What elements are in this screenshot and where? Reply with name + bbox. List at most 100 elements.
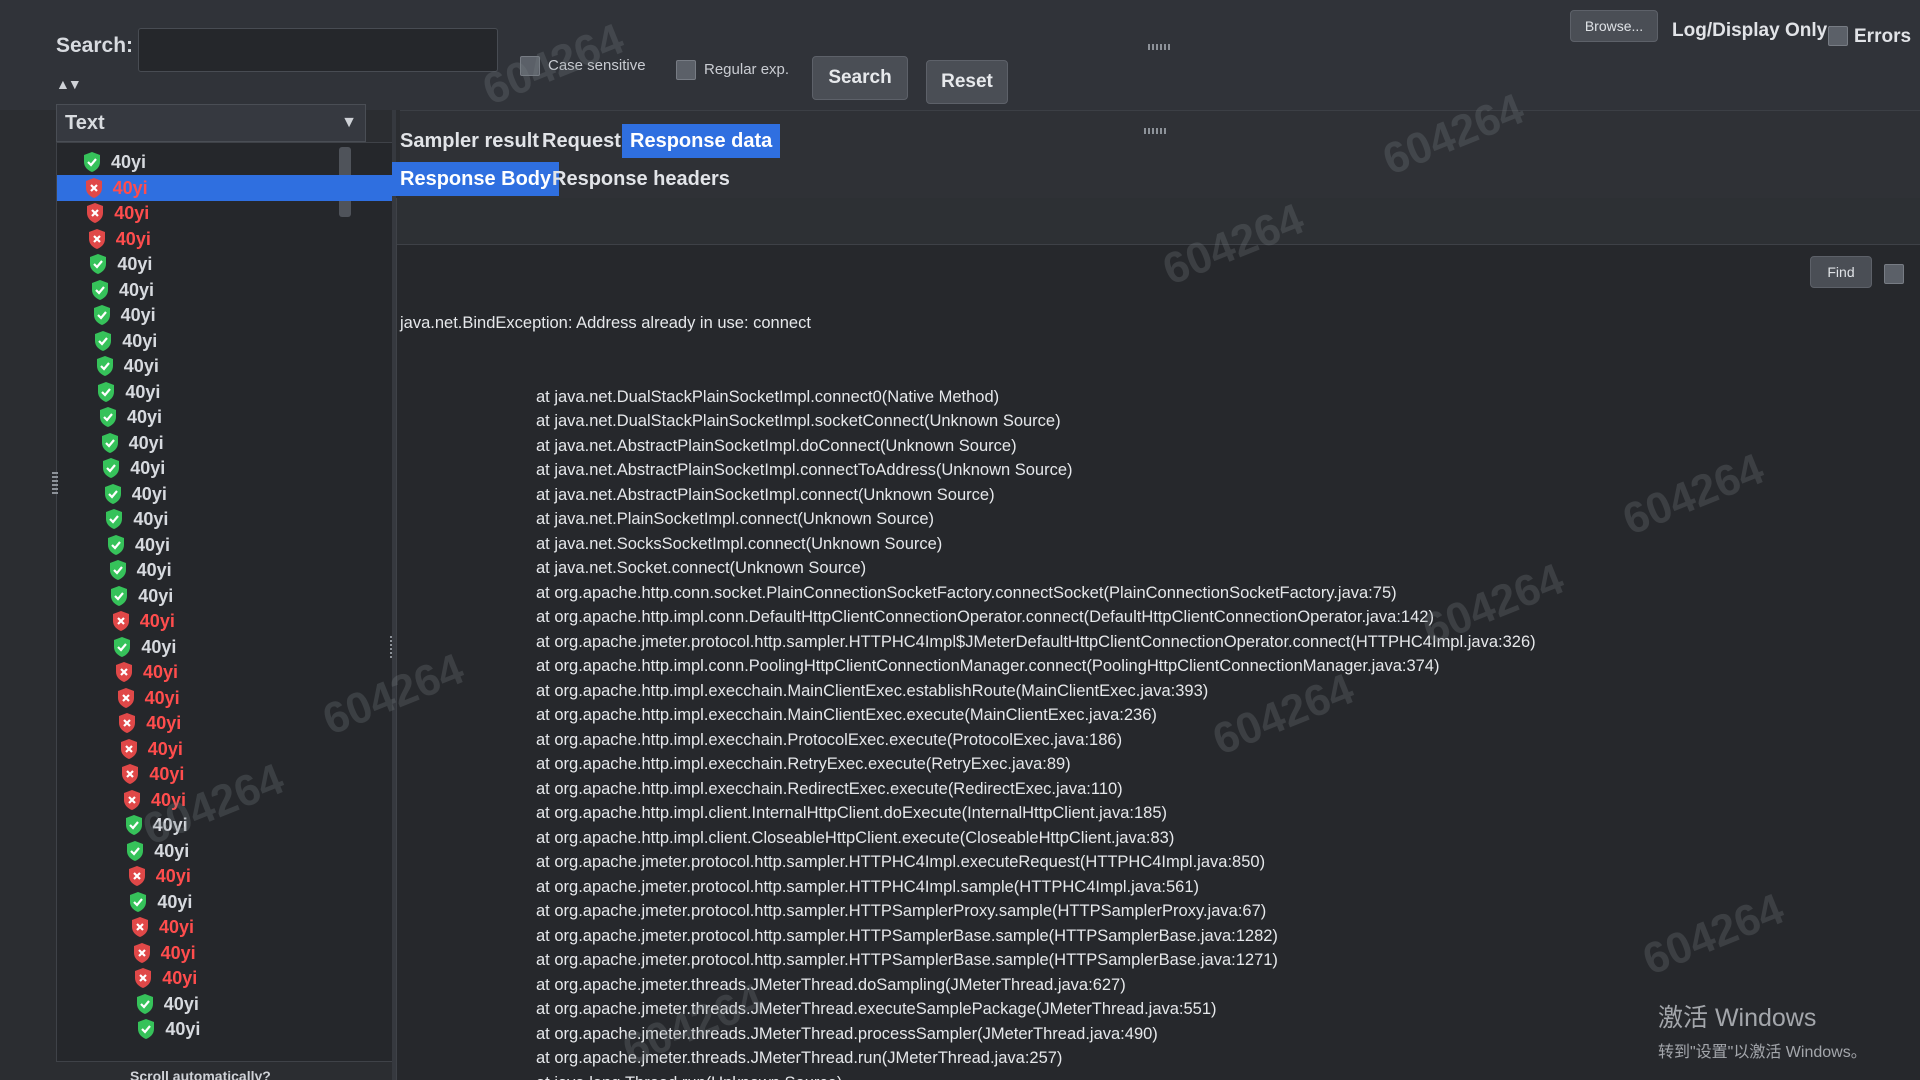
success-shield-icon bbox=[111, 585, 128, 606]
tree-item[interactable]: 40yi bbox=[57, 455, 395, 481]
regular-exp-checkbox[interactable] bbox=[676, 60, 696, 80]
stack-trace-line: at java.net.SocksSocketImpl.connect(Unkn… bbox=[536, 534, 943, 553]
error-shield-icon bbox=[135, 968, 152, 988]
tab-response-body[interactable]: Response Body bbox=[392, 162, 560, 196]
tree-item[interactable]: 40yi bbox=[57, 404, 395, 430]
stack-trace-line: at java.net.AbstractPlainSocketImpl.conn… bbox=[536, 485, 995, 504]
tree-item-label: 40yi bbox=[112, 177, 148, 198]
tree-item-label: 40yi bbox=[159, 917, 195, 937]
success-shield-icon bbox=[136, 993, 153, 1014]
tree-item-label: 40yi bbox=[138, 585, 174, 606]
tree-item-label: 40yi bbox=[120, 305, 156, 325]
tree-item[interactable]: 40yi bbox=[57, 481, 395, 507]
tree-item-label: 40yi bbox=[162, 968, 198, 988]
tree-item[interactable]: 40yi bbox=[57, 532, 395, 558]
tree-item-label: 40yi bbox=[123, 356, 159, 376]
dropdown-arrow-icon[interactable]: ▼ bbox=[341, 114, 357, 132]
tree-item-label: 40yi bbox=[143, 662, 179, 682]
tree-item-label: 40yi bbox=[128, 432, 164, 453]
scroll-automatically-label[interactable]: Scroll automatically? bbox=[130, 1068, 271, 1080]
tab-sampler-result[interactable]: Sampler result bbox=[392, 124, 547, 158]
stack-trace-line: at org.apache.http.impl.conn.PoolingHttp… bbox=[536, 657, 1440, 675]
error-shield-icon bbox=[124, 789, 140, 810]
tree-item[interactable]: 40yi bbox=[57, 710, 395, 736]
tree-item[interactable]: 40yi bbox=[57, 251, 395, 277]
find-bar bbox=[397, 198, 1920, 245]
browse-button[interactable]: Browse... bbox=[1570, 10, 1658, 42]
success-shield-icon bbox=[93, 305, 110, 325]
tree-item[interactable]: 40yi bbox=[57, 506, 395, 532]
tree-item[interactable]: 40yi bbox=[57, 889, 395, 915]
tree-item[interactable]: 40yi bbox=[57, 659, 395, 685]
success-shield-icon bbox=[103, 458, 120, 478]
tree-item[interactable]: 40yi bbox=[57, 863, 395, 889]
column-header-label: Text bbox=[65, 112, 105, 134]
tree-item-label: 40yi bbox=[130, 458, 166, 478]
stack-trace-line: at org.apache.http.impl.execchain.RetryE… bbox=[536, 755, 1071, 773]
tree-item[interactable]: 40yi bbox=[57, 736, 395, 762]
tree-item-label: 40yi bbox=[149, 764, 185, 784]
splitter-handle-top[interactable] bbox=[1148, 44, 1172, 50]
success-shield-icon bbox=[109, 560, 126, 580]
tree-item[interactable]: 40yi bbox=[57, 302, 395, 328]
tree-item[interactable]: 40yi bbox=[57, 583, 395, 609]
tab-response-data[interactable]: Response data bbox=[622, 124, 781, 158]
find-button[interactable]: Find bbox=[1810, 256, 1872, 288]
search-toolbar: Search: Case sensitive Regular exp. Sear… bbox=[0, 0, 1920, 134]
tree-item[interactable]: 40yi bbox=[57, 379, 395, 405]
tree-item[interactable]: 40yi bbox=[57, 838, 395, 864]
tree-item[interactable]: 40yi bbox=[57, 430, 395, 456]
success-shield-icon bbox=[92, 279, 108, 300]
error-shield-icon bbox=[132, 917, 148, 937]
error-shield-icon bbox=[112, 611, 129, 631]
error-shield-icon bbox=[85, 177, 102, 198]
tree-item[interactable]: 40yi bbox=[57, 1016, 395, 1042]
tree-item[interactable]: 40yi bbox=[57, 761, 395, 787]
tree-item[interactable]: 40yi bbox=[57, 353, 395, 379]
stack-trace-line: at org.apache.jmeter.protocol.http.sampl… bbox=[536, 902, 1267, 920]
tab-response-headers[interactable]: Response headers bbox=[544, 162, 738, 196]
case-sensitive-label: Case sensitive bbox=[548, 57, 646, 74]
tree-item[interactable]: 40yi bbox=[57, 787, 395, 813]
stack-trace-line: at java.net.DualStackPlainSocketImpl.soc… bbox=[536, 412, 1061, 430]
success-shield-icon bbox=[95, 330, 112, 351]
tree-item-label: 40yi bbox=[136, 560, 172, 580]
tree-item[interactable]: 40yi bbox=[57, 328, 395, 354]
tree-item-label: 40yi bbox=[155, 866, 191, 886]
search-input[interactable] bbox=[138, 28, 498, 72]
case-sensitive-checkbox[interactable] bbox=[520, 56, 540, 76]
tree-item[interactable]: 40yi bbox=[57, 634, 395, 660]
tree-item[interactable]: 40yi bbox=[57, 277, 395, 303]
tree-item[interactable]: 40yi bbox=[57, 200, 395, 226]
stack-trace-line: at org.apache.jmeter.protocol.http.sampl… bbox=[536, 951, 1278, 969]
stack-trace-line: at org.apache.jmeter.protocol.http.sampl… bbox=[536, 877, 1200, 896]
success-shield-icon bbox=[114, 636, 131, 657]
tree-item[interactable]: 40yi bbox=[57, 965, 395, 991]
splitter-handle-tabs[interactable] bbox=[1144, 128, 1168, 134]
stack-trace-line: at org.apache.jmeter.protocol.http.sampl… bbox=[536, 632, 1536, 651]
tree-item[interactable]: 40yi bbox=[57, 557, 395, 583]
left-splitter-handle[interactable] bbox=[52, 470, 58, 494]
tree-item[interactable]: 40yi bbox=[57, 174, 395, 201]
find-option-checkbox[interactable] bbox=[1884, 264, 1904, 284]
success-shield-icon bbox=[96, 356, 113, 376]
errors-checkbox[interactable] bbox=[1828, 26, 1848, 46]
tab-request[interactable]: Request bbox=[534, 124, 629, 158]
tree-item-label: 40yi bbox=[119, 279, 155, 300]
tree-item[interactable]: 40yi bbox=[57, 940, 395, 966]
search-button[interactable]: Search bbox=[812, 56, 908, 100]
tree-item-label: 40yi bbox=[154, 840, 190, 861]
tree-item[interactable]: 40yi bbox=[57, 608, 395, 634]
sort-arrows-icon[interactable]: ▲▼ bbox=[56, 76, 82, 92]
tree-item[interactable]: 40yi bbox=[57, 812, 395, 838]
activation-title: 激活 Windows bbox=[1658, 1004, 1817, 1032]
tree-item[interactable]: 40yi bbox=[57, 991, 395, 1017]
tree-item[interactable]: 40yi bbox=[57, 914, 395, 940]
search-label: Search: bbox=[56, 34, 134, 57]
reset-button[interactable]: Reset bbox=[926, 60, 1008, 104]
text-column-header[interactable]: Text ▼ bbox=[56, 104, 366, 142]
tree-item[interactable]: 40yi bbox=[57, 685, 395, 711]
tree-item[interactable]: 40yi bbox=[57, 226, 395, 252]
tree-item[interactable]: 40yi bbox=[57, 149, 395, 175]
error-shield-icon bbox=[88, 228, 105, 249]
